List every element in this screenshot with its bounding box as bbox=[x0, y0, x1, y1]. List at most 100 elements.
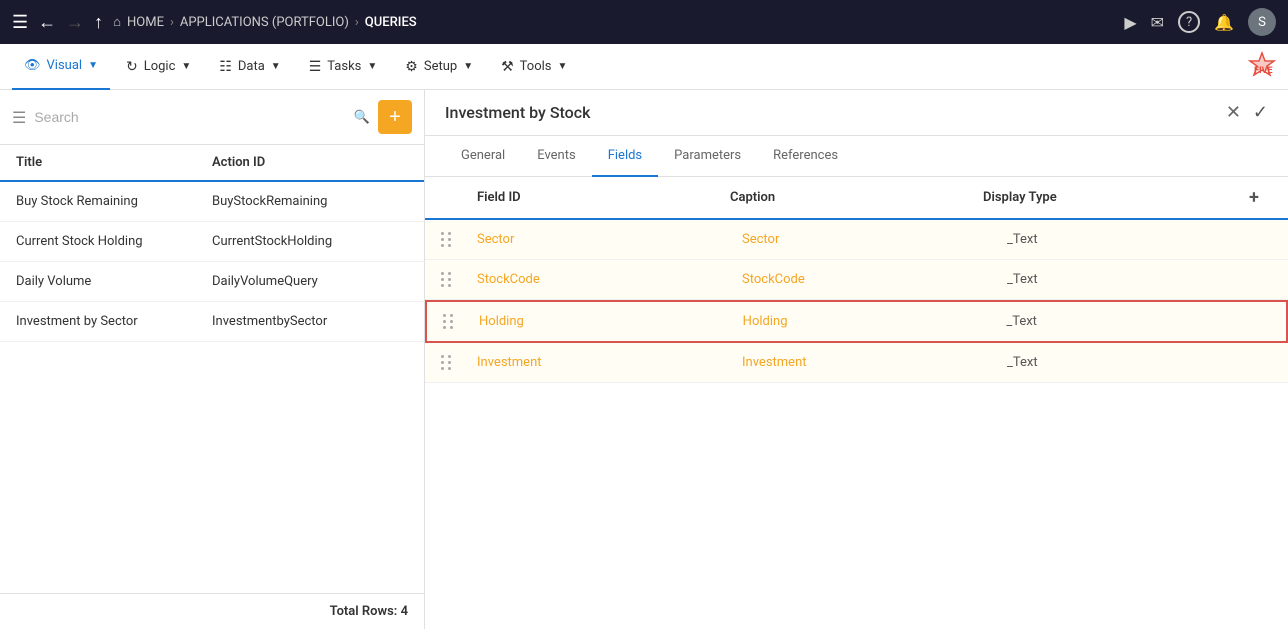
sidebar-search-bar: ☰ 🔍 + bbox=[0, 90, 424, 145]
chat-icon[interactable]: ✉ bbox=[1151, 13, 1164, 32]
nav-logic-label: Logic bbox=[144, 59, 176, 74]
tab-events[interactable]: Events bbox=[521, 136, 591, 177]
field-row[interactable]: Sector Sector _Text bbox=[425, 220, 1288, 260]
drag-handle-icon bbox=[441, 355, 477, 370]
table-row[interactable]: Buy Stock Remaining BuyStockRemaining bbox=[0, 182, 424, 222]
sidebar: ☰ 🔍 + Title Action ID Buy Stock Remainin… bbox=[0, 90, 425, 629]
row-title: Buy Stock Remaining bbox=[16, 194, 212, 209]
user-avatar[interactable]: S bbox=[1248, 8, 1276, 36]
display-type-value: _Text bbox=[1007, 355, 1272, 370]
caption-value: Sector bbox=[742, 232, 1007, 247]
nav-data[interactable]: ☷ Data ▼ bbox=[207, 44, 292, 90]
display-type-value: _Text bbox=[1006, 314, 1270, 329]
table-row[interactable]: Investment by Sector InvestmentbySector bbox=[0, 302, 424, 342]
row-action-id: BuyStockRemaining bbox=[212, 194, 408, 209]
nav-tools[interactable]: ⚒ Tools ▼ bbox=[489, 44, 579, 90]
breadcrumb-chevron-1: › bbox=[170, 15, 174, 30]
nav-visual[interactable]: 👁 Visual ▼ bbox=[12, 44, 110, 90]
field-row-selected[interactable]: Holding Holding _Text bbox=[425, 300, 1288, 343]
five-logo: FIVE bbox=[1248, 51, 1276, 83]
fields-column-headers: Field ID Caption Display Type + bbox=[425, 177, 1288, 220]
nav-tools-label: Tools bbox=[520, 59, 552, 74]
row-title: Current Stock Holding bbox=[16, 234, 212, 249]
confirm-icon[interactable]: ✓ bbox=[1253, 102, 1268, 123]
search-input[interactable] bbox=[34, 109, 345, 125]
logic-caret-icon: ▼ bbox=[181, 61, 191, 72]
field-id-value: StockCode bbox=[477, 272, 742, 287]
tab-general[interactable]: General bbox=[445, 136, 521, 177]
display-type-value: _Text bbox=[1007, 232, 1272, 247]
breadcrumb-queries[interactable]: QUERIES bbox=[365, 15, 417, 30]
svg-text:FIVE: FIVE bbox=[1254, 66, 1273, 76]
top-navigation: ☰ ← → ↑ ⌂ HOME › APPLICATIONS (PORTFOLIO… bbox=[0, 0, 1288, 44]
setup-caret-icon: ▼ bbox=[463, 61, 473, 72]
home-icon: ⌂ bbox=[113, 14, 121, 30]
detail-header: Investment by Stock ✕ ✓ bbox=[425, 90, 1288, 136]
help-icon[interactable]: ? bbox=[1178, 11, 1200, 33]
data-caret-icon: ▼ bbox=[271, 61, 281, 72]
drag-handle-icon bbox=[441, 272, 477, 287]
fields-table: Field ID Caption Display Type + Sector S… bbox=[425, 177, 1288, 629]
up-icon[interactable]: ↑ bbox=[94, 12, 103, 33]
field-row[interactable]: Investment Investment _Text bbox=[425, 343, 1288, 383]
close-icon[interactable]: ✕ bbox=[1226, 102, 1241, 123]
add-button[interactable]: + bbox=[378, 100, 412, 134]
menu-icon[interactable]: ☰ bbox=[12, 12, 28, 33]
search-icon[interactable]: 🔍 bbox=[354, 110, 370, 125]
sidebar-rows: Buy Stock Remaining BuyStockRemaining Cu… bbox=[0, 182, 424, 593]
visual-caret-icon: ▼ bbox=[88, 60, 98, 71]
nav-tasks[interactable]: ☰ Tasks ▼ bbox=[297, 44, 390, 90]
five-star-icon: FIVE bbox=[1248, 51, 1276, 79]
drag-handle-icon bbox=[443, 314, 479, 329]
tab-references[interactable]: References bbox=[757, 136, 854, 177]
field-id-value: Holding bbox=[479, 314, 743, 329]
field-row[interactable]: StockCode StockCode _Text bbox=[425, 260, 1288, 300]
notifications-icon[interactable]: 🔔 bbox=[1214, 13, 1234, 32]
gear-icon: ⚙ bbox=[405, 59, 418, 75]
detail-panel: Investment by Stock ✕ ✓ General Events F… bbox=[425, 90, 1288, 629]
caption-value: StockCode bbox=[742, 272, 1007, 287]
tasks-caret-icon: ▼ bbox=[367, 61, 377, 72]
tasks-icon: ☰ bbox=[309, 59, 322, 75]
tabs: General Events Fields Parameters Referen… bbox=[425, 136, 1288, 177]
table-row[interactable]: Daily Volume DailyVolumeQuery bbox=[0, 262, 424, 302]
add-field-button[interactable]: + bbox=[1236, 187, 1272, 208]
nav-logic[interactable]: ↻ Logic ▼ bbox=[114, 44, 203, 90]
row-action-id: DailyVolumeQuery bbox=[212, 274, 408, 289]
logic-icon: ↻ bbox=[126, 59, 138, 75]
tools-caret-icon: ▼ bbox=[558, 61, 568, 72]
nav-data-label: Data bbox=[238, 59, 265, 74]
tab-fields[interactable]: Fields bbox=[592, 136, 658, 177]
field-id-column-header: Field ID bbox=[477, 190, 730, 205]
breadcrumb-applications[interactable]: APPLICATIONS (PORTFOLIO) bbox=[180, 15, 349, 30]
sidebar-menu-icon: ☰ bbox=[12, 108, 26, 127]
detail-header-actions: ✕ ✓ bbox=[1226, 102, 1268, 123]
main-content: ☰ 🔍 + Title Action ID Buy Stock Remainin… bbox=[0, 90, 1288, 629]
sidebar-column-headers: Title Action ID bbox=[0, 145, 424, 182]
tab-parameters[interactable]: Parameters bbox=[658, 136, 757, 177]
data-icon: ☷ bbox=[219, 59, 232, 75]
table-row[interactable]: Current Stock Holding CurrentStockHoldin… bbox=[0, 222, 424, 262]
nav-setup-label: Setup bbox=[424, 59, 457, 74]
nav-setup[interactable]: ⚙ Setup ▼ bbox=[393, 44, 485, 90]
breadcrumb-home[interactable]: HOME bbox=[127, 15, 164, 30]
secondary-navigation: 👁 Visual ▼ ↻ Logic ▼ ☷ Data ▼ ☰ Tasks ▼ … bbox=[0, 44, 1288, 90]
action-column-header: Action ID bbox=[212, 155, 408, 170]
forward-icon[interactable]: → bbox=[66, 12, 84, 33]
row-action-id: InvestmentbySector bbox=[212, 314, 408, 329]
breadcrumb-chevron-2: › bbox=[355, 15, 359, 30]
breadcrumb: ⌂ HOME › APPLICATIONS (PORTFOLIO) › QUER… bbox=[113, 14, 417, 30]
display-type-column-header: Display Type bbox=[983, 190, 1236, 205]
row-title: Daily Volume bbox=[16, 274, 212, 289]
eye-icon: 👁 bbox=[24, 58, 41, 73]
top-nav-actions: ▶ ✉ ? 🔔 S bbox=[1124, 8, 1276, 36]
nav-tasks-label: Tasks bbox=[327, 59, 361, 74]
caption-value: Holding bbox=[743, 314, 1007, 329]
play-icon[interactable]: ▶ bbox=[1124, 13, 1136, 32]
drag-handle-icon bbox=[441, 232, 477, 247]
nav-visual-label: Visual bbox=[47, 58, 83, 73]
field-id-value: Sector bbox=[477, 232, 742, 247]
field-id-value: Investment bbox=[477, 355, 742, 370]
back-icon[interactable]: ← bbox=[38, 12, 56, 33]
title-column-header: Title bbox=[16, 155, 212, 170]
